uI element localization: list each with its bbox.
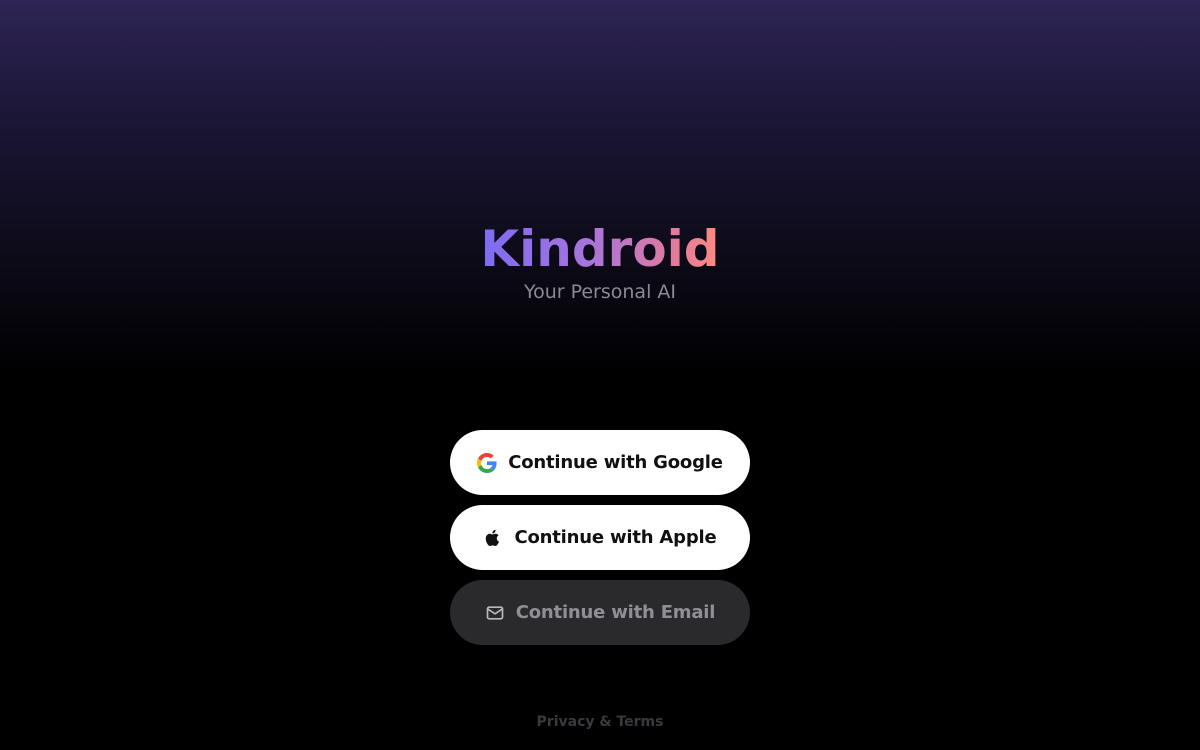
continue-with-google-label: Continue with Google <box>508 452 723 473</box>
continue-with-apple-button[interactable]: Continue with Apple <box>450 505 750 570</box>
continue-with-google-button[interactable]: Continue with Google <box>450 430 750 495</box>
brand-header: Kindroid Your Personal AI <box>0 218 1200 304</box>
privacy-terms-link[interactable]: Privacy & Terms <box>537 714 664 730</box>
footer: Privacy & Terms <box>0 713 1200 731</box>
app-logo: Kindroid <box>480 220 720 278</box>
mail-icon <box>485 603 505 623</box>
app-tagline: Your Personal AI <box>523 281 676 303</box>
continue-with-email-button[interactable]: Continue with Email <box>450 580 750 645</box>
auth-options: Continue with Google Continue with Apple… <box>450 430 750 655</box>
continue-with-email-label: Continue with Email <box>515 602 716 623</box>
google-icon <box>477 452 497 473</box>
apple-icon <box>483 528 503 548</box>
continue-with-apple-label: Continue with Apple <box>514 527 717 548</box>
